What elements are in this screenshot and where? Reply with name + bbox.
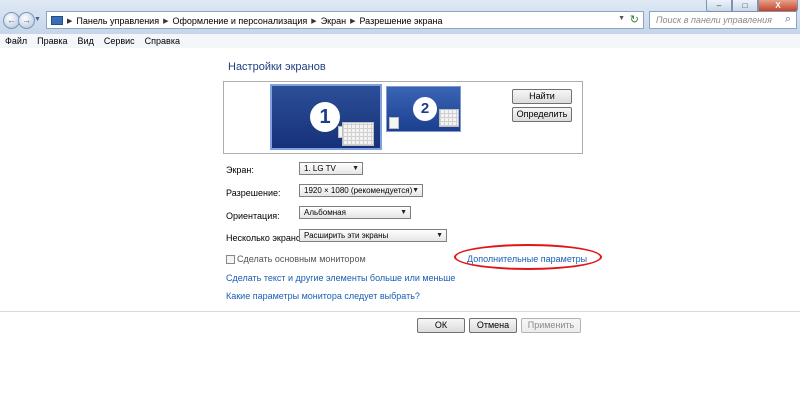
forward-arrow-icon: → [22, 15, 31, 25]
breadcrumb-separator-icon: ▶ [163, 18, 169, 25]
orientation-select[interactable]: Альбомная ▼ [299, 206, 411, 219]
title-bar: ← → ▼ ▶ Панель управления ▶ Оформление и… [0, 0, 800, 35]
monitor-settings-help-link[interactable]: Какие параметры монитора следует выбрать… [226, 291, 420, 301]
footer-divider [0, 311, 800, 312]
forward-button[interactable]: → [18, 12, 35, 29]
breadcrumb-separator-icon: ▶ [67, 18, 73, 25]
annotation-highlight-circle [454, 244, 602, 270]
menu-file[interactable]: Файл [0, 36, 32, 46]
ok-button[interactable]: ОК [417, 318, 465, 333]
display-value: 1. LG TV [304, 164, 336, 173]
detect-button[interactable]: Найти [512, 89, 572, 104]
multiple-displays-label: Несколько экранов: [226, 233, 309, 243]
breadcrumb-screen-resolution[interactable]: Разрешение экрана [359, 16, 442, 26]
monitor-keyboard-icon [439, 109, 459, 127]
monitor-1-tile[interactable]: 1 [270, 84, 382, 150]
minimize-button[interactable]: – [706, 0, 732, 12]
multiple-displays-value: Расширить эти экраны [304, 231, 389, 240]
display-select[interactable]: 1. LG TV ▼ [299, 162, 363, 175]
monitor-keyboard-icon [342, 122, 374, 146]
breadcrumb-display[interactable]: Экран [321, 16, 346, 26]
page-title: Настройки экранов [228, 61, 326, 73]
breadcrumb-appearance[interactable]: Оформление и персонализация [172, 16, 307, 26]
menu-view[interactable]: Вид [73, 36, 99, 46]
menu-bar: Файл Правка Вид Сервис Справка [0, 34, 800, 48]
search-input[interactable]: Поиск в панели управления ⌕ [649, 11, 797, 29]
monitor-arrangement-panel: 1 2 Найти Определить [223, 81, 583, 154]
primary-monitor-checkbox[interactable] [226, 255, 235, 264]
address-bar[interactable]: ▶ Панель управления ▶ Оформление и персо… [46, 11, 644, 29]
menu-help[interactable]: Справка [140, 36, 185, 46]
breadcrumb-separator-icon: ▶ [311, 18, 317, 25]
breadcrumb: ▶ Панель управления ▶ Оформление и персо… [67, 14, 442, 28]
back-arrow-icon: ← [7, 15, 16, 25]
chevron-down-icon: ▼ [412, 187, 419, 194]
recent-pages-chevron-down-icon[interactable]: ▼ [34, 16, 41, 23]
search-icon[interactable]: ⌕ [785, 13, 791, 26]
window-controls: – □ X [706, 0, 798, 13]
menu-tools[interactable]: Сервис [99, 36, 140, 46]
minimize-icon: – [716, 1, 722, 10]
identify-button[interactable]: Определить [512, 107, 572, 122]
chevron-down-icon: ▼ [436, 232, 443, 239]
multiple-displays-select[interactable]: Расширить эти экраны ▼ [299, 229, 447, 242]
monitor-2-number: 2 [413, 97, 437, 121]
resolution-label: Разрешение: [226, 188, 281, 198]
control-panel-icon [51, 16, 63, 25]
display-label: Экран: [226, 165, 254, 175]
monitor-2-tile[interactable]: 2 [386, 86, 461, 132]
maximize-button[interactable]: □ [732, 0, 758, 12]
chevron-down-icon: ▼ [352, 165, 359, 172]
orientation-label: Ориентация: [226, 211, 280, 221]
resolution-value: 1920 × 1080 (рекомендуется) [304, 186, 413, 195]
refresh-icon[interactable]: ↻ [630, 13, 639, 26]
maximize-icon: □ [742, 1, 748, 10]
close-button[interactable]: X [758, 0, 798, 12]
address-chevron-down-icon[interactable]: ▼ [618, 15, 625, 22]
text-size-link[interactable]: Сделать текст и другие элементы больше и… [226, 273, 455, 283]
primary-monitor-label[interactable]: Сделать основным монитором [237, 254, 366, 264]
breadcrumb-control-panel[interactable]: Панель управления [76, 16, 159, 26]
menu-edit[interactable]: Правка [32, 36, 72, 46]
resolution-select[interactable]: 1920 × 1080 (рекомендуется) ▼ [299, 184, 423, 197]
search-placeholder: Поиск в панели управления [656, 15, 772, 25]
breadcrumb-separator-icon: ▶ [350, 18, 356, 25]
close-icon: X [775, 1, 781, 10]
chevron-down-icon: ▼ [400, 209, 407, 216]
monitor-1-number: 1 [310, 102, 340, 132]
cancel-button[interactable]: Отмена [469, 318, 517, 333]
monitor-screen-icon [389, 117, 399, 129]
apply-button[interactable]: Применить [521, 318, 581, 333]
orientation-value: Альбомная [304, 208, 346, 217]
